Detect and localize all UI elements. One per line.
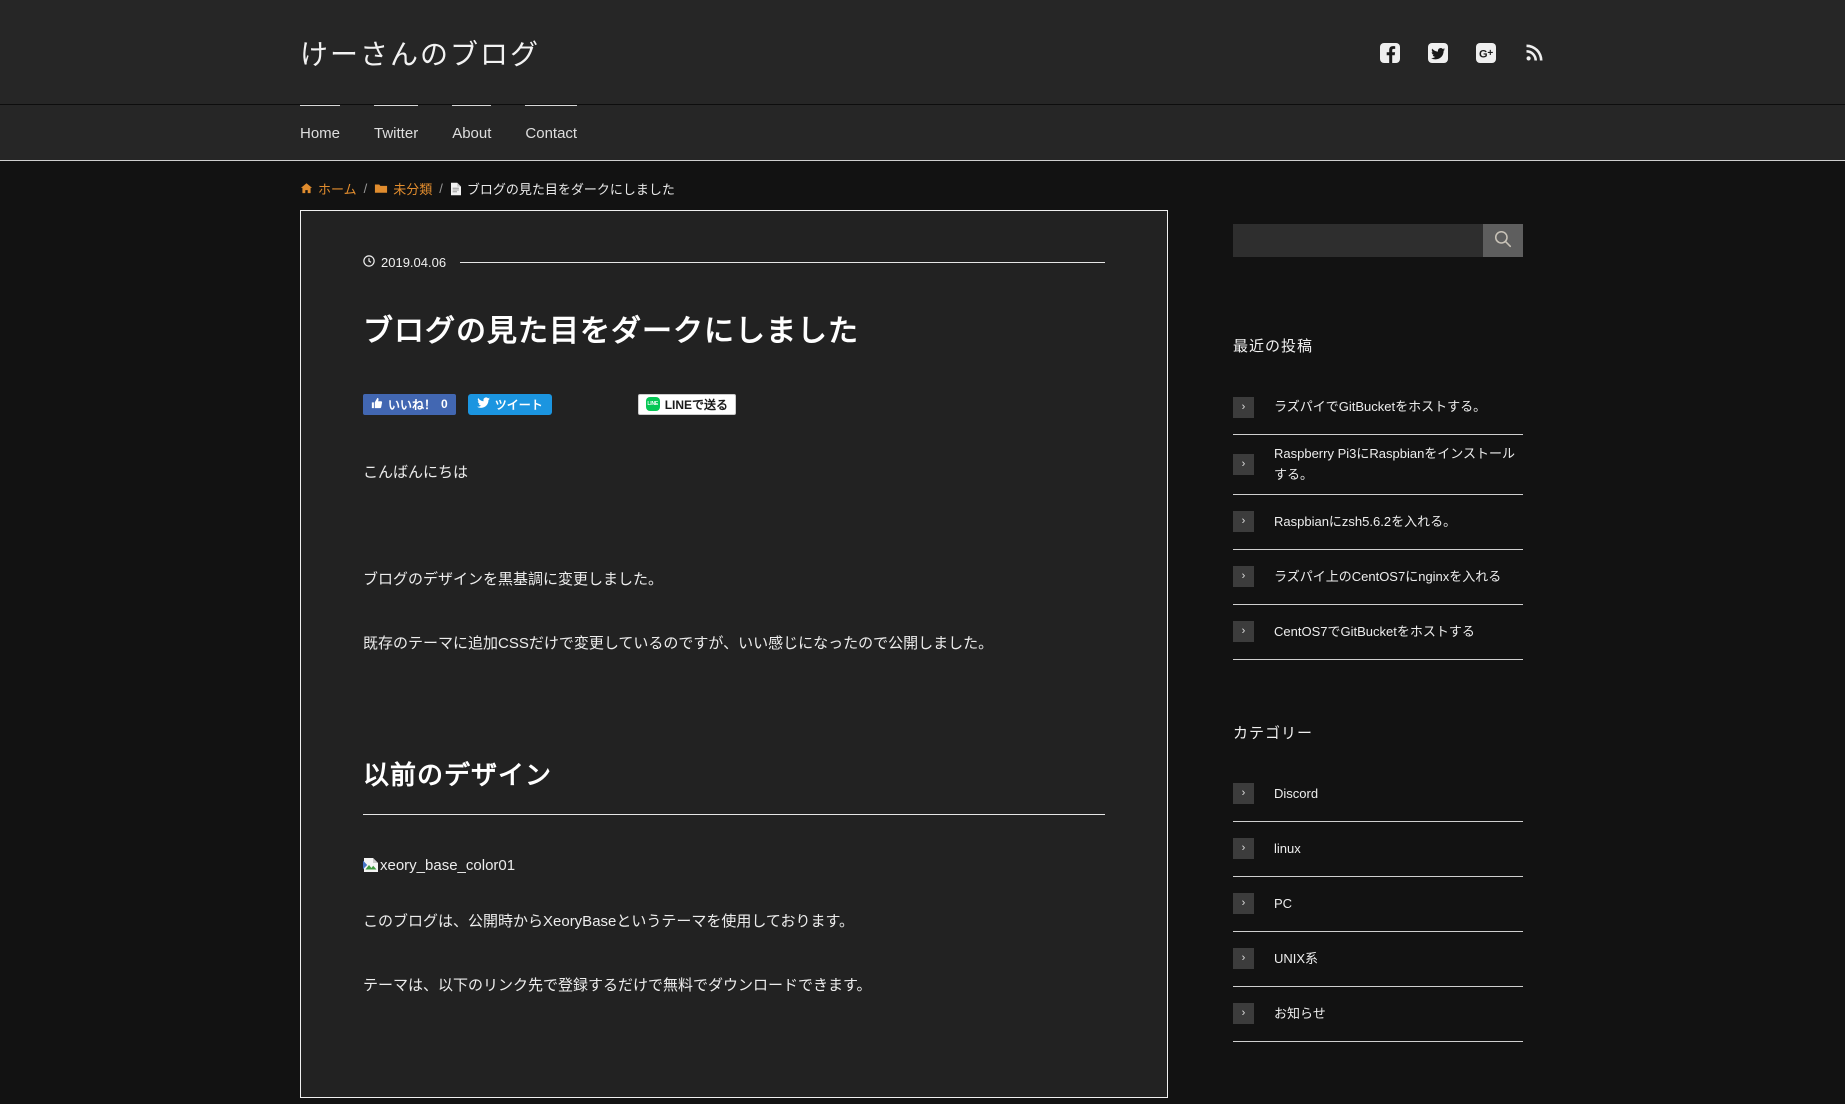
home-icon — [300, 182, 313, 195]
post-paragraph-1: こんばんにちは — [363, 464, 469, 481]
svg-text:G: G — [1479, 48, 1488, 60]
facebook-like-count: 0 — [441, 397, 448, 411]
broken-image-icon — [363, 857, 379, 873]
recent-post-link: Raspbianにzsh5.6.2を入れる。 — [1274, 514, 1457, 530]
recent-post-link: ラズパイでGitBucketをホストする。 — [1274, 399, 1487, 415]
post-date-label: 2019.04.06 — [381, 255, 447, 270]
chevron-right-icon: › — [1233, 838, 1254, 860]
breadcrumb: ホーム / 未分類 / ブログの見た目をダークにしました — [300, 161, 1545, 210]
list-item[interactable]: › ラズパイでGitBucketをホストする。 — [1233, 380, 1523, 435]
recent-posts-list: › ラズパイでGitBucketをホストする。 › Raspberry Pi3に… — [1233, 380, 1523, 660]
share-button-row: いいね！ 0 ツイート LINE LINEで送る — [363, 393, 1105, 415]
breadcrumb-separator-1: / — [363, 181, 368, 196]
site-title: けーさんのブログ — [300, 38, 541, 70]
google-plus-icon[interactable]: G + — [1475, 42, 1497, 64]
post-paragraph-3: 既存のテーマに追加CSSだけで変更しているのですが、いい感じになったので公開しま… — [363, 635, 994, 652]
post-paragraph-4: このブログは、公開時からXeoryBaseというテーマを使用しております。 — [363, 912, 854, 930]
widget-categories: カテゴリー › Discord › linux › PC › UNIX系 › お… — [1233, 722, 1523, 1042]
nav-item-twitter[interactable]: Twitter — [357, 105, 435, 161]
list-item[interactable]: › Discord — [1233, 767, 1523, 822]
main-navigation: Home Twitter About Contact — [0, 105, 1845, 161]
line-share-button[interactable]: LINE LINEで送る — [637, 393, 737, 415]
search-icon — [1493, 229, 1513, 252]
page-layout: 2019.04.06 ブログの見た目をダークにしました いいね！ 0 ツイート … — [300, 210, 1545, 1104]
post-paragraph-5: テーマは、以下のリンク先で登録するだけで無料でダウンロードできます。 — [363, 977, 872, 994]
widget-recent-posts: 最近の投稿 › ラズパイでGitBucketをホストする。 › Raspberr… — [1233, 335, 1523, 660]
twitter-icon[interactable] — [1427, 42, 1449, 64]
chevron-right-icon: › — [1233, 893, 1254, 915]
breadcrumb-separator-2: / — [439, 181, 443, 196]
list-item[interactable]: › お知らせ — [1233, 987, 1523, 1042]
facebook-like-button[interactable]: いいね！ 0 — [363, 393, 456, 415]
list-item[interactable]: › Raspberry Pi3にRaspbianをインストールする。 — [1233, 435, 1523, 495]
article-card: 2019.04.06 ブログの見た目をダークにしました いいね！ 0 ツイート … — [300, 210, 1168, 1098]
chevron-right-icon: › — [1233, 621, 1254, 643]
twitter-bird-icon — [476, 396, 490, 412]
breadcrumb-category[interactable]: 未分類 — [374, 179, 432, 198]
section-heading-previous-design: 以前のデザイン — [363, 755, 1105, 815]
chevron-right-icon: › — [1233, 948, 1254, 970]
widget-title-recent-posts: 最近の投稿 — [1233, 338, 1314, 355]
post-date: 2019.04.06 — [363, 255, 446, 270]
chevron-right-icon: › — [1233, 511, 1254, 533]
chevron-right-icon: › — [1233, 783, 1254, 805]
chevron-right-icon: › — [1233, 566, 1254, 588]
thumbs-up-icon — [371, 397, 383, 412]
category-link: linux — [1274, 841, 1301, 857]
breadcrumb-current: ブログの見た目をダークにしました — [450, 179, 675, 198]
chevron-right-icon: › — [1233, 453, 1254, 475]
breadcrumb-home[interactable]: ホーム — [300, 179, 357, 198]
list-item[interactable]: › CentOS7でGitBucketをホストする — [1233, 605, 1523, 660]
meta-divider — [460, 262, 1105, 263]
chevron-right-icon: › — [1233, 396, 1254, 418]
widget-title-categories: カテゴリー — [1233, 724, 1314, 742]
site-header: けーさんのブログ G + — [0, 0, 1845, 105]
facebook-like-label: いいね！ — [388, 397, 437, 412]
post-paragraph-2: ブログのデザインを黒基調に変更しました。 — [363, 570, 664, 588]
categories-list: › Discord › linux › PC › UNIX系 › お知らせ — [1233, 767, 1523, 1042]
category-link: Discord — [1274, 786, 1319, 802]
search-input[interactable] — [1233, 224, 1483, 257]
breadcrumb-home-label: ホーム — [318, 182, 357, 197]
file-icon — [450, 182, 462, 196]
search-form — [1233, 224, 1523, 257]
list-item[interactable]: › Raspbianにzsh5.6.2を入れる。 — [1233, 495, 1523, 550]
breadcrumb-current-label: ブログの見た目をダークにしました — [466, 182, 675, 197]
clock-icon — [363, 255, 375, 270]
search-button[interactable] — [1483, 224, 1523, 257]
post-body: こんばんにちは ブログのデザインを黒基調に変更しました。 既存のテーマに追加CS… — [363, 459, 1105, 1001]
chevron-right-icon: › — [1233, 1003, 1254, 1025]
recent-post-link: CentOS7でGitBucketをホストする — [1274, 624, 1475, 640]
category-link: PC — [1274, 896, 1293, 912]
list-item[interactable]: › linux — [1233, 822, 1523, 877]
nav-item-about[interactable]: About — [435, 105, 508, 161]
social-icon-list: G + — [1379, 42, 1545, 64]
svg-text:+: + — [1487, 48, 1493, 59]
line-share-label: LINEで送る — [664, 397, 729, 412]
sidebar: 最近の投稿 › ラズパイでGitBucketをホストする。 › Raspberr… — [1233, 210, 1523, 1104]
facebook-icon[interactable] — [1379, 42, 1401, 64]
nav-item-contact[interactable]: Contact — [508, 105, 594, 161]
rss-icon[interactable] — [1523, 42, 1545, 64]
folder-icon — [374, 182, 388, 195]
broken-image-alt-text: xeory_base_color01 — [380, 856, 516, 874]
category-link: お知らせ — [1274, 1006, 1326, 1022]
list-item[interactable]: › ラズパイ上のCentOS7にnginxを入れる — [1233, 550, 1523, 605]
breadcrumb-category-label: 未分類 — [393, 182, 433, 197]
list-item[interactable]: › PC — [1233, 877, 1523, 932]
line-icon: LINE — [645, 397, 660, 411]
recent-post-link: Raspberry Pi3にRaspbianをインストールする。 — [1274, 446, 1516, 483]
post-meta: 2019.04.06 — [363, 255, 1105, 270]
twitter-share-label: ツイート — [494, 397, 543, 412]
twitter-share-button[interactable]: ツイート — [467, 393, 552, 415]
nav-item-home[interactable]: Home — [300, 105, 357, 161]
list-item[interactable]: › UNIX系 — [1233, 932, 1523, 987]
category-link: UNIX系 — [1274, 951, 1319, 967]
page-title: ブログの見た目をダークにしました — [363, 315, 859, 348]
broken-image-placeholder: xeory_base_color01 — [363, 857, 1105, 874]
recent-post-link: ラズパイ上のCentOS7にnginxを入れる — [1274, 569, 1502, 585]
